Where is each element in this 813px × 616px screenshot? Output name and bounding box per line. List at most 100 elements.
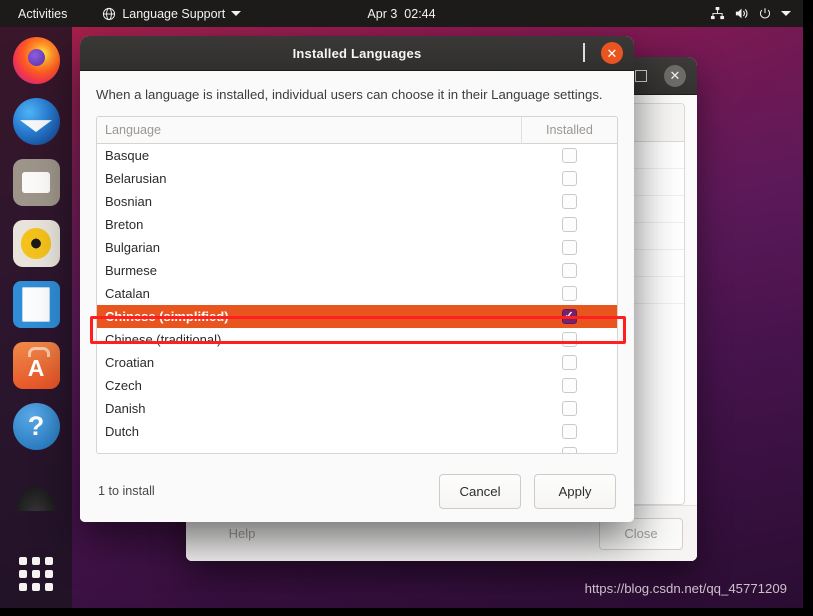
dialog-footer: 1 to install Cancel Apply <box>80 460 634 522</box>
table-row[interactable]: Basque <box>97 144 617 167</box>
installed-cell[interactable] <box>521 217 617 233</box>
installed-cell[interactable]: ✓ <box>521 309 617 325</box>
installed-cell[interactable] <box>521 424 617 440</box>
apply-button[interactable]: Apply <box>534 473 616 509</box>
table-row[interactable]: Czech <box>97 374 617 397</box>
installed-cell[interactable] <box>521 355 617 371</box>
maximize-icon <box>635 69 647 82</box>
language-name: Breton <box>105 217 144 233</box>
dock-item-libreoffice-writer[interactable] <box>12 281 60 328</box>
table-row[interactable]: Danish <box>97 397 617 420</box>
checkbox-unchecked[interactable] <box>561 217 577 233</box>
network-icon <box>710 6 725 21</box>
app-menu-button[interactable]: Language Support <box>93 0 250 27</box>
installed-cell[interactable] <box>521 286 617 302</box>
language-name: Bulgarian <box>105 240 160 256</box>
column-header-language[interactable]: Language <box>97 123 521 137</box>
table-row[interactable]: Burmese <box>97 259 617 282</box>
dialog-titlebar: Installed Languages ✕ <box>80 36 634 71</box>
clock-date: Apr 3 <box>367 6 398 21</box>
dock-item-trash[interactable] <box>13 464 60 511</box>
table-row[interactable]: Bulgarian <box>97 236 617 259</box>
checkbox-unchecked[interactable] <box>561 378 577 394</box>
checkbox-unchecked[interactable] <box>561 263 577 279</box>
grid-dot <box>32 583 40 591</box>
installed-cell[interactable] <box>521 378 617 394</box>
grid-dot <box>32 557 40 565</box>
dock-item-ubuntu-software[interactable] <box>12 342 60 389</box>
table-row[interactable]: Catalan <box>97 282 617 305</box>
activities-button[interactable]: Activities <box>9 0 76 27</box>
dock-item-files[interactable] <box>12 159 60 206</box>
checkbox-unchecked[interactable] <box>561 355 577 371</box>
table-row[interactable]: Belarusian <box>97 167 617 190</box>
activities-label: Activities <box>18 6 68 21</box>
dock-item-thunderbird[interactable] <box>12 98 60 145</box>
grid-dot <box>45 557 53 565</box>
table-row[interactable]: Chinese (traditional) <box>97 328 617 351</box>
globe-icon <box>102 7 116 21</box>
check-icon: ✓ <box>564 310 574 323</box>
checkbox-unchecked[interactable] <box>561 286 577 302</box>
installed-cell[interactable] <box>521 171 617 187</box>
language-name: Catalan <box>105 286 150 302</box>
checkbox-unchecked[interactable] <box>561 194 577 210</box>
chevron-down-icon[interactable] <box>781 11 791 16</box>
checkbox-unchecked[interactable] <box>561 148 577 164</box>
dialog-maximize-button[interactable] <box>583 43 585 62</box>
installed-languages-dialog[interactable]: Installed Languages ✕ When a language is… <box>80 36 634 522</box>
dock-item-help[interactable] <box>12 403 60 450</box>
maximize-icon <box>583 43 585 62</box>
clock-button[interactable]: Apr 3 02:44 <box>332 0 472 27</box>
installed-cell[interactable] <box>521 447 617 454</box>
grid-dot <box>32 570 40 578</box>
power-icon <box>758 7 772 21</box>
language-name: Belarusian <box>105 171 167 187</box>
checkbox-unchecked[interactable] <box>561 332 577 348</box>
system-status-area[interactable] <box>710 6 799 21</box>
table-row[interactable]: Bosnian <box>97 190 617 213</box>
language-name: Dutch <box>105 424 139 440</box>
checkbox-unchecked[interactable] <box>561 401 577 417</box>
app-menu-label: Language Support <box>122 6 226 21</box>
checkbox-unchecked[interactable] <box>561 240 577 256</box>
dock-item-rhythmbox[interactable] <box>12 220 60 267</box>
background-help-button[interactable]: Help <box>200 518 284 550</box>
language-name: Czech <box>105 378 142 394</box>
checkbox-unchecked[interactable] <box>561 171 577 187</box>
show-applications-button[interactable] <box>18 556 54 592</box>
table-row[interactable]: Breton <box>97 213 617 236</box>
installed-cell[interactable] <box>521 401 617 417</box>
table-row[interactable]: Chinese (simplified) ✓ <box>97 305 617 329</box>
grid-dot <box>19 570 27 578</box>
grid-dot <box>19 583 27 591</box>
installed-cell[interactable] <box>521 194 617 210</box>
installed-cell[interactable] <box>521 332 617 348</box>
watermark-text: https://blog.csdn.net/qq_45771209 <box>584 581 787 596</box>
table-row[interactable]: Croatian <box>97 351 617 374</box>
table-row[interactable] <box>97 443 617 454</box>
installed-cell[interactable] <box>521 263 617 279</box>
installed-cell[interactable] <box>521 148 617 164</box>
checkbox-unchecked[interactable] <box>561 424 577 440</box>
background-close-button[interactable]: ✕ <box>664 64 686 87</box>
dialog-title: Installed Languages <box>292 45 422 61</box>
dock-item-firefox[interactable] <box>12 37 60 84</box>
language-name: Burmese <box>105 263 158 279</box>
cancel-button[interactable]: Cancel <box>439 473 521 509</box>
column-header-installed[interactable]: Installed <box>521 117 617 144</box>
language-name: Croatian <box>105 355 155 371</box>
chevron-down-icon <box>231 11 242 16</box>
language-name: Chinese (traditional) <box>105 332 222 348</box>
close-icon: ✕ <box>601 42 623 64</box>
dialog-close-button[interactable]: ✕ <box>601 42 623 64</box>
table-row[interactable]: Dutch <box>97 420 617 443</box>
installed-cell[interactable] <box>521 240 617 256</box>
dialog-body: When a language is installed, individual… <box>80 71 634 522</box>
background-close-action-button[interactable]: Close <box>599 517 683 550</box>
checkbox-unchecked[interactable] <box>561 447 577 454</box>
close-icon: ✕ <box>664 64 686 87</box>
grid-dot <box>45 570 53 578</box>
checkbox-checked[interactable]: ✓ <box>561 309 577 325</box>
language-table[interactable]: Language Installed Basque Belarusian Bosni… <box>96 116 618 455</box>
